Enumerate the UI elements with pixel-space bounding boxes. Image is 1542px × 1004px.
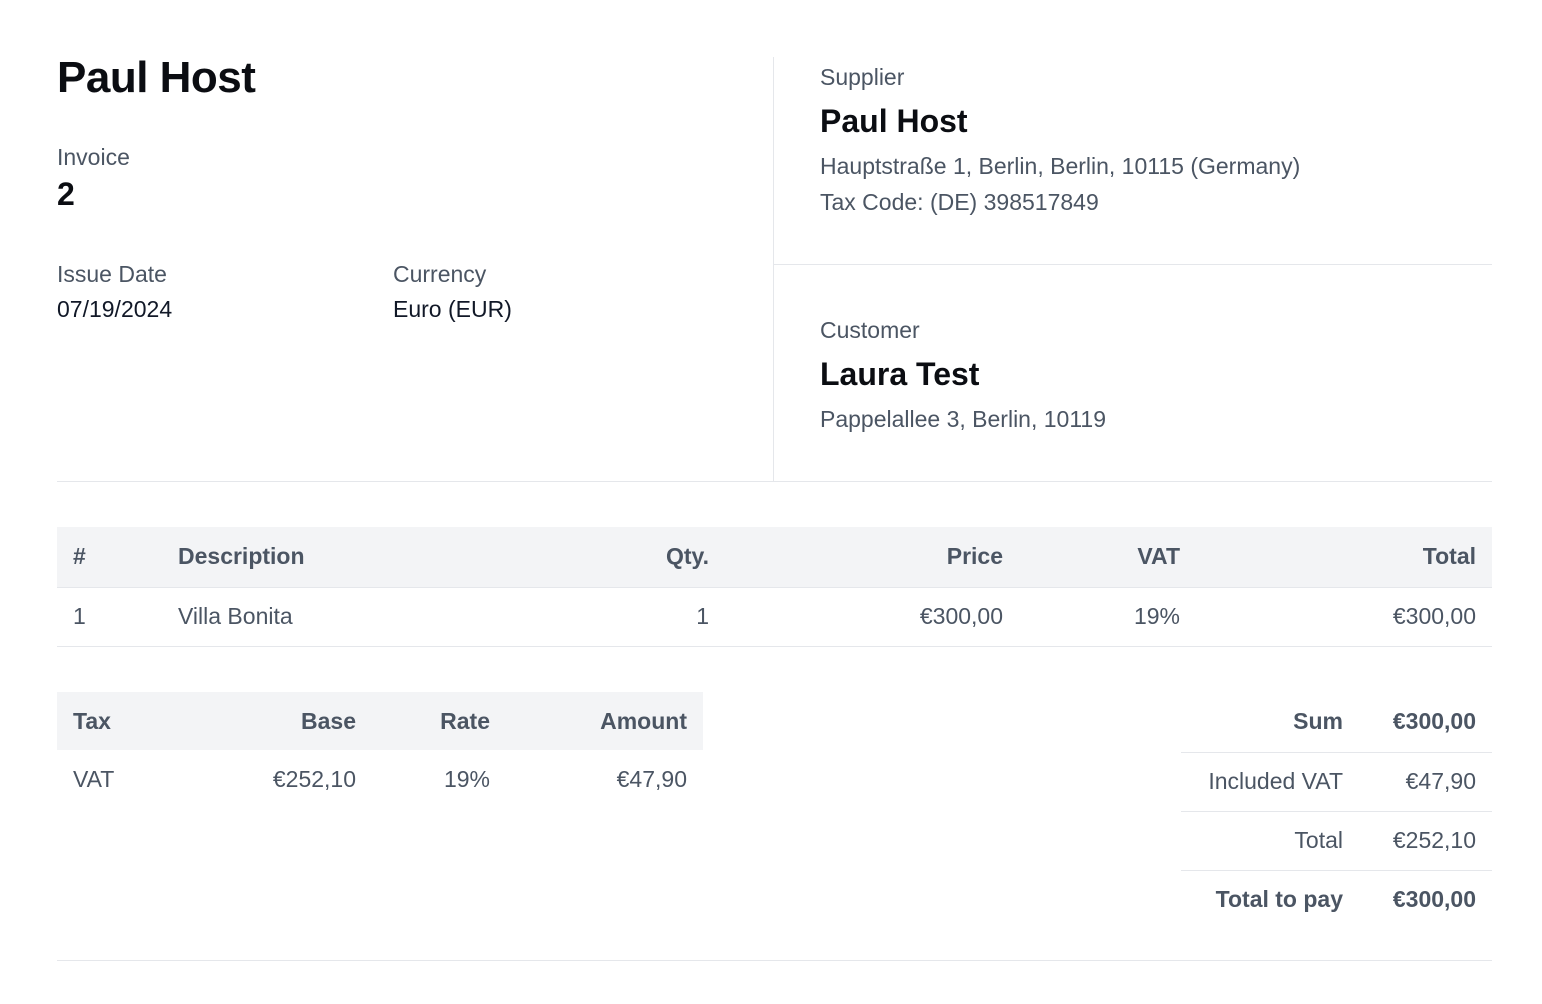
- column-header-description: Description: [162, 527, 452, 588]
- invoice-label: Invoice: [57, 144, 130, 170]
- supplier-block: Supplier Paul Host Hauptstraße 1, Berlin…: [774, 57, 1492, 265]
- total-label: Total: [1181, 811, 1359, 871]
- footer-divider: [57, 960, 1492, 961]
- issue-date-value: 07/19/2024: [57, 296, 173, 322]
- totals-total-row: Total €252,10: [1181, 811, 1492, 871]
- tax-header-amount: Amount: [506, 692, 703, 750]
- customer-name: Laura Test: [820, 356, 980, 392]
- column-header-vat: VAT: [1019, 527, 1196, 588]
- customer-label: Customer: [820, 317, 920, 343]
- line-items-table: # Description Qty. Price VAT Total 1 Vil…: [57, 527, 1492, 647]
- customer-block: Customer Laura Test Pappelallee 3, Berli…: [774, 265, 1492, 481]
- sum-value: €300,00: [1359, 692, 1492, 753]
- customer-address: Pappelallee 3, Berlin, 10119: [820, 406, 1107, 432]
- item-total: €300,00: [1196, 587, 1492, 647]
- item-price: €300,00: [725, 587, 1019, 647]
- currency-label: Currency: [393, 261, 487, 287]
- tax-summary-table: Tax Base Rate Amount VAT €252,10 19% €47…: [57, 692, 703, 808]
- column-header-number: #: [57, 527, 162, 588]
- item-qty: 1: [452, 587, 725, 647]
- item-vat: 19%: [1019, 587, 1196, 647]
- parties: Supplier Paul Host Hauptstraße 1, Berlin…: [773, 57, 1492, 481]
- sum-label: Sum: [1181, 692, 1359, 753]
- supplier-name: Paul Host: [820, 103, 968, 139]
- totals-table: Sum €300,00 Included VAT €47,90 Total €2…: [1181, 692, 1492, 929]
- column-header-price: Price: [725, 527, 1019, 588]
- included-vat-value: €47,90: [1359, 752, 1492, 812]
- supplier-label: Supplier: [820, 64, 905, 90]
- supplier-tax-code: Tax Code: (DE) 398517849: [820, 189, 1099, 215]
- invoice-meta: Paul Host Invoice 2 Issue Date 07/19/202…: [57, 0, 773, 481]
- totals-to-pay-row: Total to pay €300,00: [1181, 870, 1492, 929]
- total-to-pay-label: Total to pay: [1215, 886, 1343, 913]
- invoice-page: Paul Host Invoice 2 Issue Date 07/19/202…: [57, 0, 1492, 1004]
- table-row: VAT €252,10 19% €47,90: [57, 750, 703, 808]
- issue-date-label: Issue Date: [57, 261, 167, 287]
- column-header-total: Total: [1196, 527, 1492, 588]
- tax-header-tax: Tax: [57, 692, 197, 750]
- item-description: Villa Bonita: [162, 587, 452, 647]
- item-number: 1: [57, 587, 162, 647]
- tax-header-rate: Rate: [372, 692, 506, 750]
- total-value: €252,10: [1359, 811, 1492, 871]
- tax-header-row: Tax Base Rate Amount: [57, 692, 703, 750]
- invoice-number: 2: [57, 176, 75, 212]
- currency-value: Euro (EUR): [393, 296, 512, 322]
- total-to-pay-value: €300,00: [1392, 886, 1476, 913]
- seller-name: Paul Host: [57, 53, 256, 102]
- tax-name: VAT: [73, 765, 115, 792]
- tax-rate: 19%: [443, 765, 490, 792]
- invoice-header: Paul Host Invoice 2 Issue Date 07/19/202…: [57, 0, 1492, 482]
- table-row: 1 Villa Bonita 1 €300,00 19% €300,00: [57, 587, 1492, 647]
- supplier-address: Hauptstraße 1, Berlin, Berlin, 10115 (Ge…: [820, 153, 1301, 179]
- tax-base: €252,10: [272, 765, 356, 792]
- totals-included-vat-row: Included VAT €47,90: [1181, 752, 1492, 812]
- tax-amount: €47,90: [616, 765, 687, 792]
- totals-sum-row: Sum €300,00: [1181, 692, 1492, 753]
- column-header-qty: Qty.: [452, 527, 725, 588]
- line-items-header-row: # Description Qty. Price VAT Total: [57, 527, 1492, 588]
- tax-header-base: Base: [197, 692, 372, 750]
- included-vat-label: Included VAT: [1181, 752, 1359, 812]
